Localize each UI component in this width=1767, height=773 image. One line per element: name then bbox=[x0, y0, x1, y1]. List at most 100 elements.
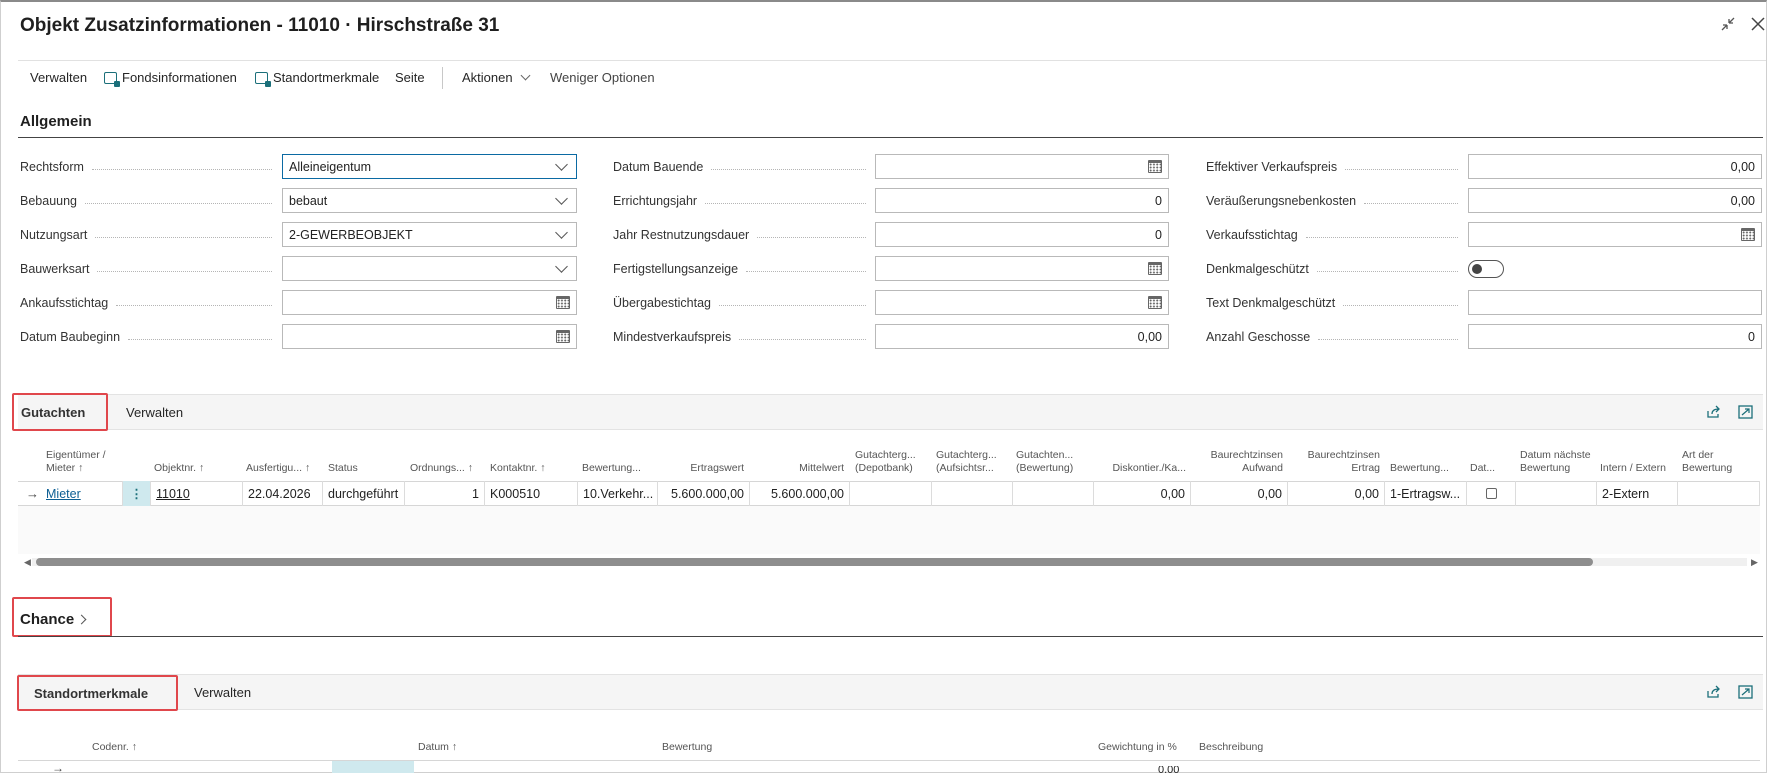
col-header-datum[interactable]: Datum ↑ bbox=[418, 741, 457, 754]
field-input[interactable]: 2-GEWERBEOBJEKT bbox=[282, 222, 577, 247]
tab-gutachten[interactable]: Gutachten bbox=[21, 405, 85, 420]
row-menu-button[interactable]: ⋮ bbox=[123, 481, 151, 506]
cell-ordnung[interactable]: 1 bbox=[405, 481, 485, 506]
cell-gutachter-aufsichtsrat[interactable] bbox=[932, 481, 1013, 506]
col-header-beschreibung[interactable]: Beschreibung bbox=[1199, 741, 1263, 754]
field-input[interactable] bbox=[1468, 222, 1762, 247]
col-header[interactable]: Status bbox=[328, 462, 404, 475]
calendar-icon[interactable] bbox=[556, 330, 570, 343]
fondsinformationen-button[interactable]: Fondsinformationen bbox=[104, 70, 237, 87]
cell-ertragswert[interactable]: 5.600.000,00 bbox=[658, 481, 750, 506]
col-header[interactable]: Objektnr. ↑ bbox=[154, 462, 239, 475]
col-header[interactable]: Gutachterg... (Depotbank) bbox=[855, 449, 933, 475]
col-header-bewertung[interactable]: Bewertung bbox=[662, 741, 712, 754]
field-input[interactable]: 0 bbox=[1468, 324, 1762, 349]
col-header[interactable]: Bewertung... bbox=[582, 462, 658, 475]
col-header[interactable]: Ausfertigu... ↑ bbox=[246, 462, 322, 475]
cell-baurecht-ertrag[interactable]: 0,00 bbox=[1288, 481, 1385, 506]
denkmal-toggle[interactable] bbox=[1468, 260, 1504, 278]
col-header[interactable]: Art der Bewertung bbox=[1682, 449, 1760, 475]
col-header[interactable]: Intern / Extern bbox=[1600, 462, 1678, 475]
field-input[interactable] bbox=[282, 290, 577, 315]
field-input[interactable]: 0,00 bbox=[1468, 188, 1762, 213]
calendar-icon[interactable] bbox=[556, 296, 570, 309]
col-header[interactable]: Eigentümer / Mieter ↑ bbox=[46, 449, 124, 475]
field-input[interactable]: 0,00 bbox=[1468, 154, 1762, 179]
calendar-icon[interactable] bbox=[1741, 228, 1755, 241]
allgemein-divider bbox=[18, 137, 1763, 138]
tab-standortmerkmale[interactable]: Standortmerkmale bbox=[34, 686, 148, 701]
col-header-codenr[interactable]: Codenr. ↑ bbox=[92, 741, 137, 754]
field-input[interactable]: 0,00 bbox=[875, 324, 1169, 349]
share-icon[interactable] bbox=[1706, 405, 1721, 422]
cell-art-bewertung[interactable] bbox=[1678, 481, 1760, 506]
field-input[interactable]: 0 bbox=[875, 188, 1169, 213]
cell-gutachter-depotbank[interactable] bbox=[850, 481, 932, 506]
gutachten-bar bbox=[18, 394, 1763, 430]
col-header[interactable]: Baurechtzinsen Aufwand bbox=[1191, 449, 1283, 475]
aktionen-menu[interactable]: Aktionen bbox=[462, 70, 531, 85]
field-label: Ankaufsstichtag bbox=[20, 296, 109, 310]
cell-checkbox[interactable] bbox=[1467, 481, 1516, 506]
cell-bewertung[interactable]: 10.Verkehr... bbox=[578, 481, 658, 506]
verwalten-menu[interactable]: Verwalten bbox=[30, 70, 87, 85]
gutachten-verwalten-tab[interactable]: Verwalten bbox=[126, 405, 183, 420]
field-input[interactable] bbox=[282, 324, 577, 349]
field-input[interactable]: 0 bbox=[875, 222, 1169, 247]
scroll-left-icon[interactable]: ◀ bbox=[24, 557, 31, 568]
cell-status[interactable]: durchgeführt bbox=[323, 481, 405, 506]
col-header-gewichtung[interactable]: Gewichtung in % bbox=[1098, 741, 1177, 754]
calendar-icon[interactable] bbox=[1148, 296, 1162, 309]
col-header[interactable]: Kontaktnr. ↑ bbox=[490, 462, 578, 475]
col-header[interactable]: Diskontier./Ka... bbox=[1094, 462, 1186, 475]
field-input[interactable] bbox=[875, 256, 1169, 281]
cell-ausfertigung[interactable]: 22.04.2026 bbox=[243, 481, 323, 506]
col-header[interactable]: Baurechtzinsen Ertrag bbox=[1288, 449, 1380, 475]
eigentuemer-link[interactable]: Mieter bbox=[46, 487, 81, 501]
close-icon[interactable] bbox=[1750, 16, 1766, 37]
objektnr-link[interactable]: 11010 bbox=[156, 487, 190, 501]
col-header[interactable]: Dat... bbox=[1470, 462, 1514, 475]
field-input[interactable] bbox=[282, 256, 577, 281]
scrollbar-thumb[interactable] bbox=[36, 558, 1593, 566]
cell-intern-extern[interactable]: 2-Extern bbox=[1597, 481, 1678, 506]
cell-bewertung-2[interactable]: 1-Ertragsw... bbox=[1385, 481, 1467, 506]
field-input[interactable]: Alleineigentum bbox=[282, 154, 577, 179]
chance-heading[interactable]: Chance bbox=[20, 611, 87, 628]
cell-datum-naechste[interactable] bbox=[1516, 481, 1597, 506]
standort-verwalten-tab[interactable]: Verwalten bbox=[194, 685, 251, 700]
title-divider bbox=[18, 60, 1766, 61]
cell-eigentuemer[interactable]: Mieter bbox=[41, 481, 123, 506]
calendar-icon[interactable] bbox=[1148, 262, 1162, 275]
col-header[interactable]: Ordnungs... ↑ bbox=[405, 462, 473, 475]
col-header[interactable]: Mittelwert bbox=[750, 462, 844, 475]
cell-diskont[interactable]: 0,00 bbox=[1094, 481, 1191, 506]
field-input[interactable] bbox=[875, 154, 1169, 179]
field-input[interactable] bbox=[1468, 290, 1762, 315]
seite-menu[interactable]: Seite bbox=[395, 70, 425, 85]
chevron-down-icon bbox=[555, 259, 568, 273]
standortmerkmale-button[interactable]: Standortmerkmale bbox=[255, 70, 379, 87]
col-header[interactable]: Ertragswert bbox=[658, 462, 744, 475]
cell-gutachten-bewertung[interactable] bbox=[1013, 481, 1094, 506]
expand-icon[interactable] bbox=[1738, 405, 1753, 422]
col-header[interactable]: Gutachterg... (Aufsichtsr... bbox=[936, 449, 1014, 475]
col-header[interactable]: Bewertung... bbox=[1390, 462, 1468, 475]
standort-row-menu[interactable] bbox=[332, 761, 414, 773]
calendar-icon[interactable] bbox=[1148, 160, 1162, 173]
field-input[interactable] bbox=[875, 290, 1169, 315]
cell-kontaktnr[interactable]: K000510 bbox=[485, 481, 578, 506]
cell-baurecht-aufwand[interactable]: 0,00 bbox=[1191, 481, 1288, 506]
field-value: Alleineigentum bbox=[289, 159, 371, 174]
cell-mittelwert[interactable]: 5.600.000,00 bbox=[750, 481, 850, 506]
checkbox[interactable] bbox=[1485, 488, 1497, 499]
col-header[interactable]: Gutachten... (Bewertung) bbox=[1016, 449, 1094, 475]
collapse-icon[interactable] bbox=[1720, 16, 1736, 37]
weniger-optionen-button[interactable]: Weniger Optionen bbox=[550, 70, 655, 85]
col-header[interactable]: Datum nächste Bewertung bbox=[1520, 449, 1598, 475]
field-input[interactable]: bebaut bbox=[282, 188, 577, 213]
standort-expand-icon[interactable] bbox=[1738, 685, 1753, 702]
field-label: Fertigstellungsanzeige bbox=[613, 262, 739, 276]
standort-share-icon[interactable] bbox=[1706, 685, 1721, 702]
scroll-right-icon[interactable]: ▶ bbox=[1751, 557, 1758, 568]
